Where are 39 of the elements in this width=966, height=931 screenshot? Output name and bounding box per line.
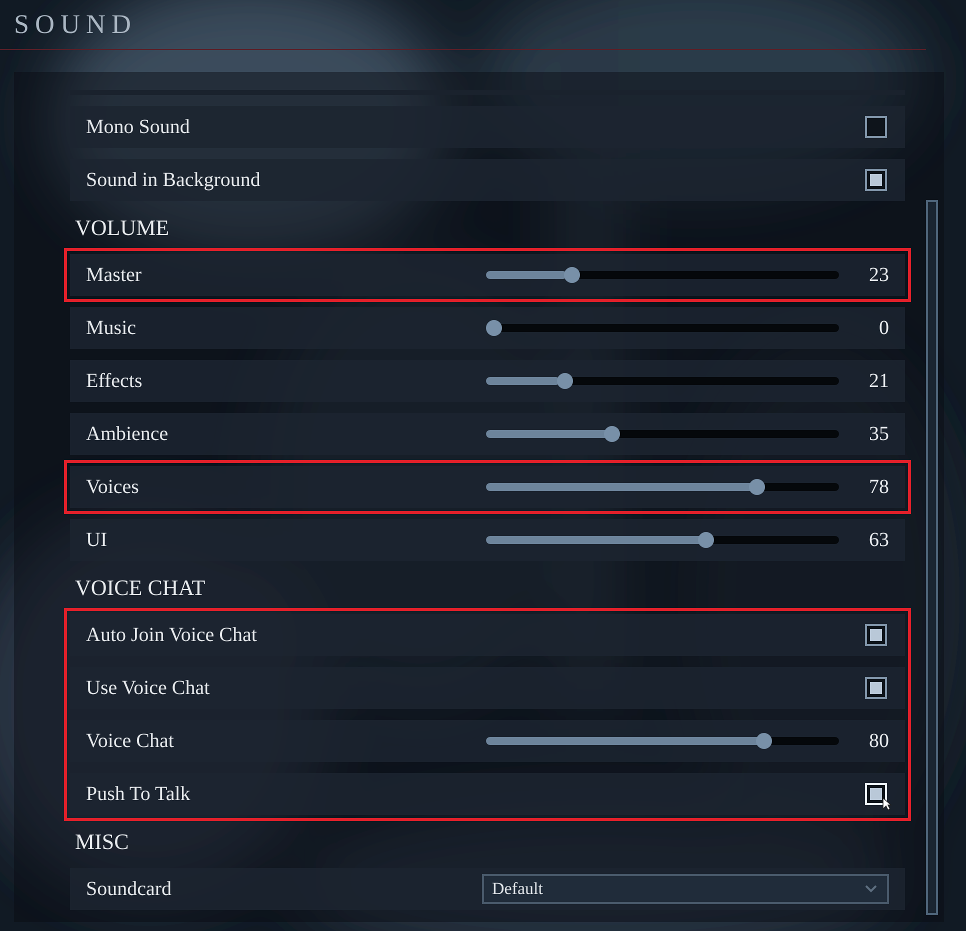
- setting-label: Voice Chat: [86, 730, 175, 752]
- dropdown[interactable]: Default: [482, 874, 889, 904]
- setting-label: Voices: [86, 476, 140, 498]
- section-heading: VOLUME: [74, 214, 170, 242]
- slider-thumb[interactable]: [604, 426, 620, 442]
- setting-label: Music: [86, 316, 137, 340]
- setting-label: Soundcard: [86, 878, 173, 900]
- setting-label: Effects: [86, 370, 144, 392]
- setting-label: Auto Join Voice Chat: [86, 624, 258, 646]
- section-heading: MISC: [74, 828, 130, 856]
- slider-value: 0: [878, 316, 889, 340]
- setting-label: Master: [86, 264, 143, 286]
- checkbox[interactable]: [865, 624, 887, 646]
- page-title: SOUND: [14, 9, 138, 40]
- slider-value: 21: [868, 370, 889, 392]
- cursor-icon: [882, 797, 892, 811]
- setting-label: Mono Sound: [86, 116, 191, 138]
- slider-value: 35: [868, 422, 889, 446]
- section-heading: VOICE CHAT: [74, 574, 206, 602]
- slider-value: 80: [868, 730, 889, 752]
- slider-thumb[interactable]: [564, 267, 580, 283]
- slider-value: 23: [868, 264, 889, 286]
- setting-label: Sound in Background: [86, 168, 262, 192]
- chevron-down-icon: [865, 885, 877, 893]
- setting-label: Ambience: [86, 422, 170, 446]
- checkbox[interactable]: [865, 677, 887, 699]
- setting-label: Use Voice Chat: [86, 676, 211, 700]
- slider-value: 78: [868, 476, 889, 498]
- slider-thumb[interactable]: [756, 733, 772, 749]
- slider-thumb[interactable]: [486, 320, 502, 336]
- slider-thumb[interactable]: [748, 479, 765, 495]
- checkbox[interactable]: [865, 169, 887, 191]
- slider-thumb[interactable]: [556, 373, 573, 389]
- checkbox[interactable]: [865, 116, 887, 138]
- setting-label: Push To Talk: [86, 782, 192, 806]
- slider-value: 63: [868, 528, 889, 552]
- setting-label: UI: [86, 528, 108, 552]
- slider-thumb[interactable]: [698, 532, 714, 548]
- scrollbar[interactable]: [926, 200, 938, 915]
